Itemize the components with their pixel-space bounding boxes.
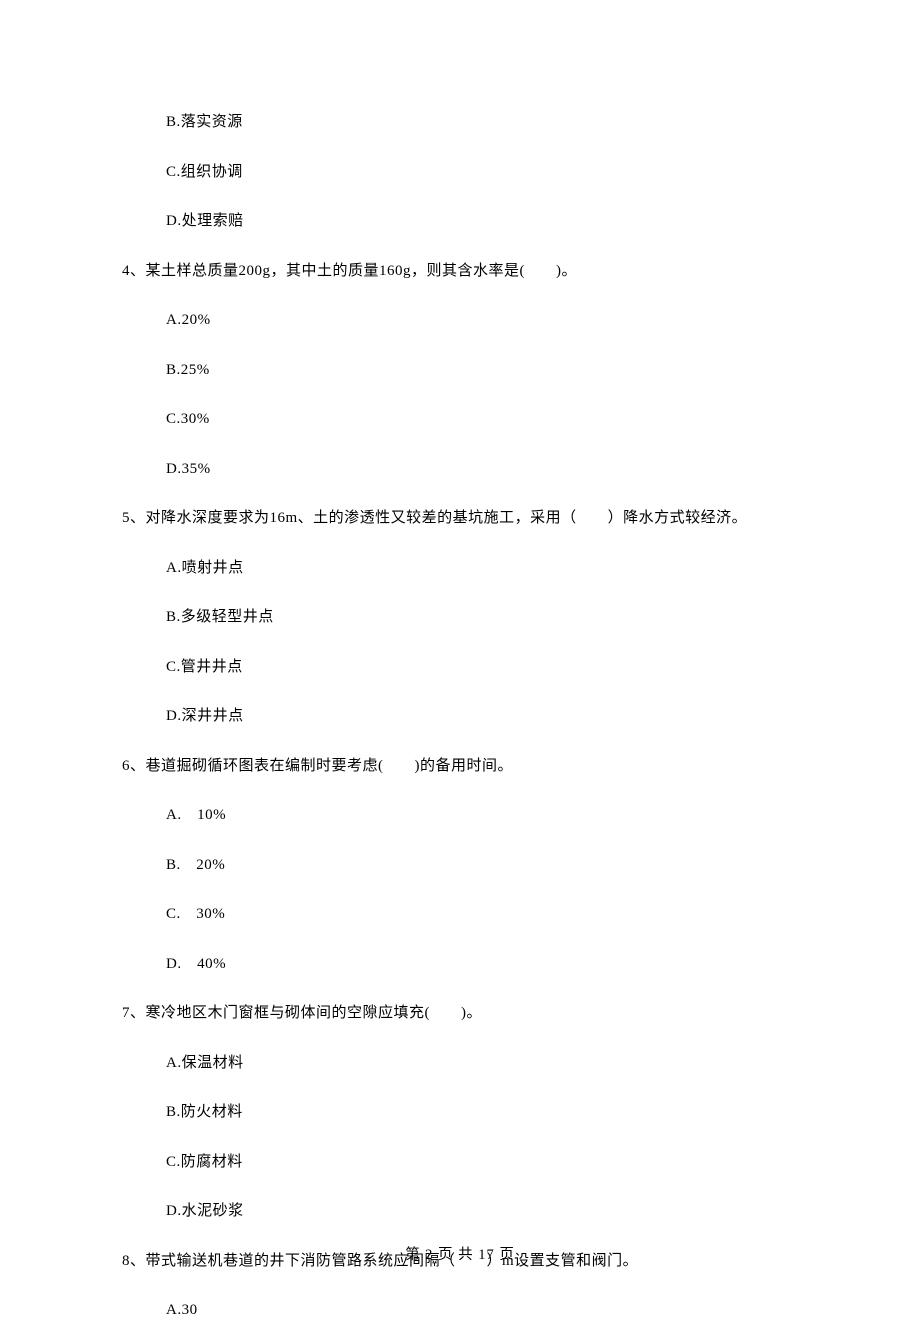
q4-option-c: C.30% — [122, 409, 810, 430]
q6-option-b: B. 20% — [122, 855, 810, 876]
q6-stem: 6、巷道掘砌循环图表在编制时要考虑( )的备用时间。 — [122, 756, 810, 777]
q4-option-a: A.20% — [122, 310, 810, 331]
q5-option-a: A.喷射井点 — [122, 558, 810, 579]
q7-option-b: B.防火材料 — [122, 1102, 810, 1123]
page-footer: 第 2 页 共 17 页 — [0, 1243, 920, 1264]
q3-option-d: D.处理索赔 — [122, 211, 810, 232]
q5-option-d: D.深井井点 — [122, 706, 810, 727]
q7-option-c: C.防腐材料 — [122, 1152, 810, 1173]
q5-stem: 5、对降水深度要求为16m、土的渗透性又较差的基坑施工，采用（ ）降水方式较经济… — [122, 508, 810, 529]
q6-option-c: C. 30% — [122, 904, 810, 925]
q4-option-b: B.25% — [122, 360, 810, 381]
q7-option-a: A.保温材料 — [122, 1053, 810, 1074]
q4-option-d: D.35% — [122, 459, 810, 480]
q6-option-d: D. 40% — [122, 954, 810, 975]
q7-stem: 7、寒冷地区木门窗框与砌体间的空隙应填充( )。 — [122, 1003, 810, 1024]
q3-option-b: B.落实资源 — [122, 112, 810, 133]
q6-option-a: A. 10% — [122, 805, 810, 826]
q5-option-b: B.多级轻型井点 — [122, 607, 810, 628]
page-container: B.落实资源 C.组织协调 D.处理索赔 4、某土样总质量200g，其中土的质量… — [0, 0, 920, 1302]
q8-option-a: A.30 — [122, 1300, 810, 1321]
q7-option-d: D.水泥砂浆 — [122, 1201, 810, 1222]
q5-option-c: C.管井井点 — [122, 657, 810, 678]
q4-stem: 4、某土样总质量200g，其中土的质量160g，则其含水率是( )。 — [122, 261, 810, 282]
q3-option-c: C.组织协调 — [122, 162, 810, 183]
